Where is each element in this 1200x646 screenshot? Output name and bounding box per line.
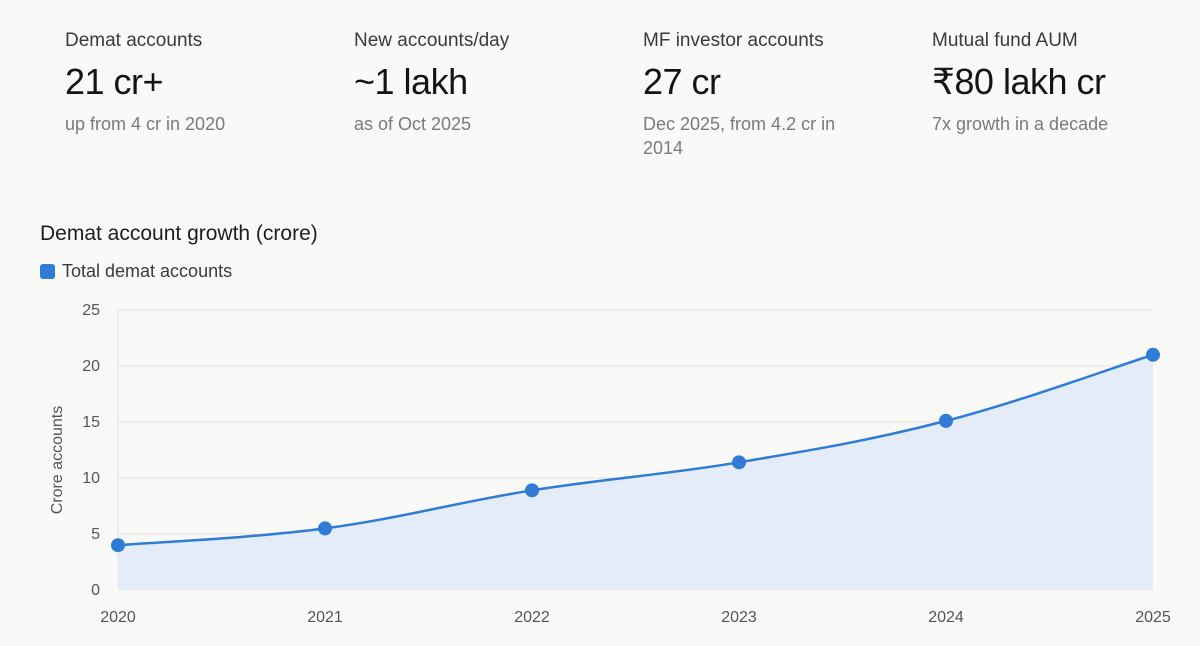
area-layer [118,354,1153,590]
stat-value: ₹80 lakh cr [932,61,1106,102]
stat-subtext: as of Oct 2025 [354,114,472,134]
stat-value: 27 cr [643,61,721,102]
stat-label: Demat accounts [65,30,203,51]
stat-subtext: 7x growth in a decade [932,114,1109,134]
data-point[interactable] [732,455,746,470]
y-tick-label: 20 [82,358,100,375]
x-tick-label: 2022 [514,609,550,626]
stat-new-accounts-per-day: New accounts/day ~1 lakh as of Oct 2025 [354,28,584,136]
stat-subtext: Dec 2025, from 4.2 cr in 2014 [643,114,836,158]
data-point[interactable] [1146,347,1160,362]
data-point[interactable] [111,538,125,553]
x-axis-ticks: 2020 2021 2022 2023 2024 2025 [100,609,1171,626]
data-point[interactable] [318,521,332,536]
data-point[interactable] [939,413,953,428]
stat-value: ~1 lakh [354,61,468,102]
chart-legend[interactable]: Total demat accounts [40,261,232,282]
stats-row: Demat accounts 21 cr+ up from 4 cr in 20… [0,28,1200,168]
legend-label: Total demat accounts [62,261,233,281]
y-tick-label: 5 [91,526,100,543]
stat-mutual-fund-aum: Mutual fund AUM ₹80 lakh cr 7x growth in… [932,28,1172,136]
x-tick-label: 2024 [928,609,964,626]
stat-label: New accounts/day [354,30,510,51]
stat-label: MF investor accounts [643,30,824,51]
y-tick-label: 25 [82,302,100,319]
y-axis-title: Crore accounts [49,406,66,515]
y-tick-label: 10 [82,470,100,487]
demat-growth-chart: 0510152025 2020 2021 2022 2023 2024 2025 Cror… [49,302,1171,626]
x-tick-label: 2025 [1135,609,1171,626]
data-point[interactable] [525,483,539,498]
stat-mf-investor-accounts: MF investor accounts 27 cr Dec 2025, fro… [643,28,868,160]
legend-swatch [40,264,55,279]
series-area [118,354,1153,590]
stat-label: Mutual fund AUM [932,30,1078,51]
x-tick-label: 2020 [100,609,136,626]
y-tick-label: 15 [82,414,100,431]
stat-value: 21 cr+ [65,61,164,102]
y-tick-label: 0 [91,582,100,599]
chart-title: Demat account growth (crore) [40,222,318,245]
stat-subtext: up from 4 cr in 2020 [65,114,226,134]
x-tick-label: 2021 [307,609,343,626]
stat-demat-accounts: Demat accounts 21 cr+ up from 4 cr in 20… [65,28,295,136]
x-tick-label: 2023 [721,609,757,626]
y-axis-ticks: 0 5 10 15 20 25 [82,302,100,599]
